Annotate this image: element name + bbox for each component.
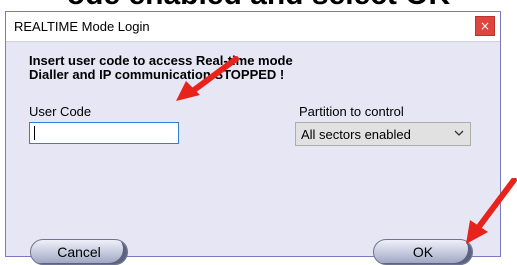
window-title: REALTIME Mode Login: [14, 19, 150, 34]
text-caret: [34, 126, 35, 140]
red-arrow-icon: [466, 178, 517, 244]
title-bar: REALTIME Mode Login ×: [6, 12, 500, 42]
user-code-label: User Code: [29, 104, 92, 119]
partition-selected-value: All sectors enabled: [301, 127, 411, 142]
partition-label: Partition to control: [299, 104, 404, 119]
cancel-button[interactable]: Cancel: [30, 239, 128, 265]
message-line-1: Insert user code to access Real-time mod…: [29, 53, 293, 68]
ok-button[interactable]: OK: [373, 239, 473, 265]
close-icon: ×: [479, 19, 491, 33]
partition-select[interactable]: All sectors enabled: [295, 122, 471, 146]
message-line-2: Dialler and IP communication STOPPED !: [29, 67, 285, 82]
user-code-input[interactable]: [29, 122, 179, 144]
close-button[interactable]: ×: [475, 16, 495, 36]
red-arrow-icon: [176, 56, 239, 101]
chevron-down-icon: [454, 130, 464, 136]
